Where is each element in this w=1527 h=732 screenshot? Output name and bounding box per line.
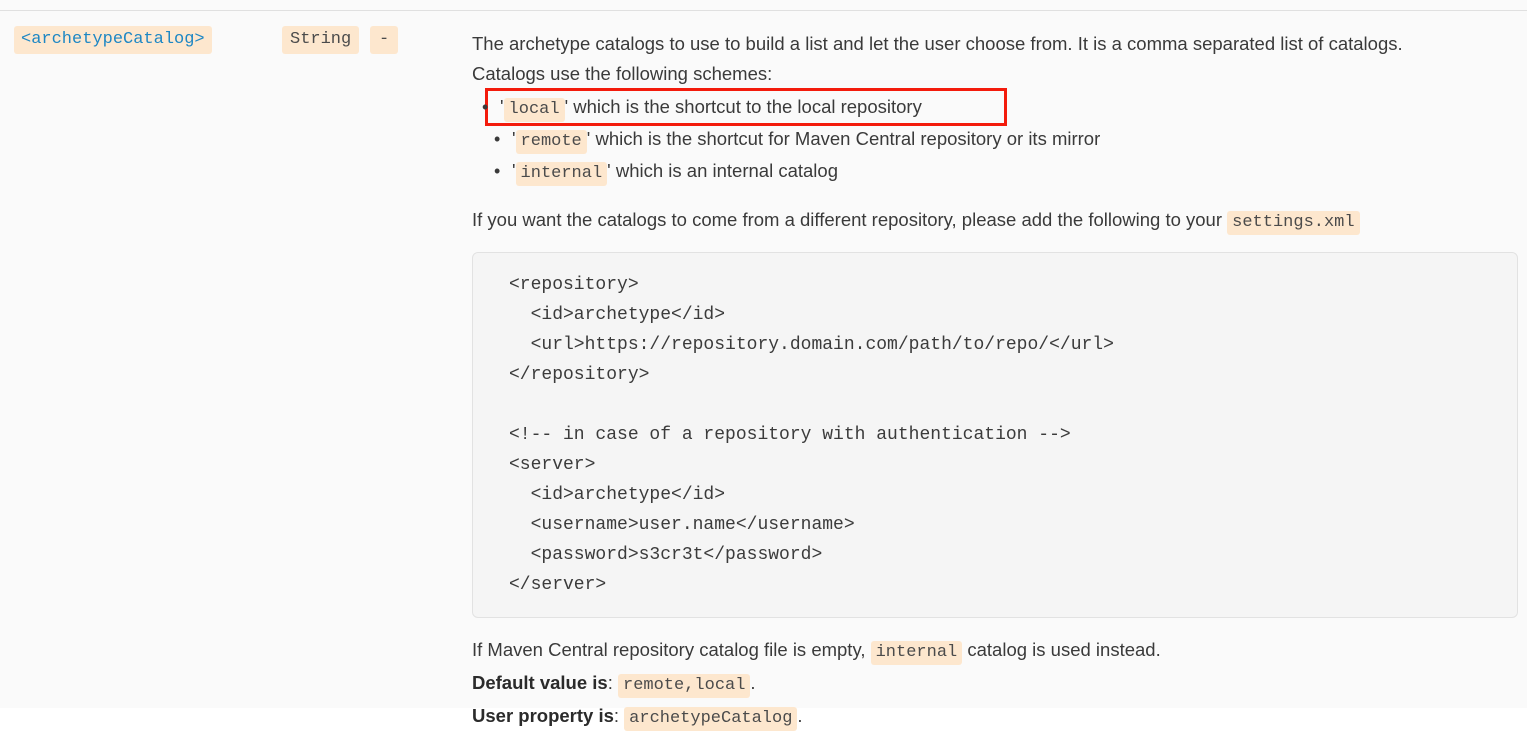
default-value-separator: :	[608, 672, 618, 693]
empty-catalog-code: internal	[871, 641, 963, 665]
scheme-code-remote: remote	[516, 130, 587, 154]
xml-code-content: <repository> <id>archetype</id> <url>htt…	[509, 270, 1517, 600]
empty-catalog-after: catalog is used instead.	[962, 639, 1161, 660]
user-property-label: User property is	[472, 705, 614, 726]
settings-xml-paragraph: If you want the catalogs to come from a …	[472, 205, 1518, 235]
quote-open: '	[500, 96, 504, 117]
parameter-type-chip: String	[282, 26, 359, 54]
settings-xml-chip: settings.xml	[1227, 211, 1359, 235]
scheme-text-internal: which is an internal catalog	[611, 160, 838, 181]
scheme-item-internal: 'internal' which is an internal catalog	[500, 155, 1518, 187]
scheme-item-local: 'local' which is the shortcut to the loc…	[488, 91, 1004, 123]
empty-catalog-note: If Maven Central repository catalog file…	[472, 633, 1518, 666]
xml-code-block: <repository> <id>archetype</id> <url>htt…	[472, 252, 1518, 618]
parameter-name-chip: <archetypeCatalog>	[14, 26, 212, 54]
user-property-code: archetypeCatalog	[624, 707, 797, 731]
scheme-code-internal: internal	[516, 162, 608, 186]
parameter-description-cell: The archetype catalogs to use to build a…	[466, 11, 1527, 732]
parameter-since-chip: -	[370, 26, 398, 54]
default-value-code: remote,local	[618, 674, 750, 698]
description-footnotes: If Maven Central repository catalog file…	[472, 633, 1518, 732]
catalog-schemes-list: 'local' which is the shortcut to the loc…	[472, 91, 1518, 187]
user-property-line: User property is: archetypeCatalog.	[472, 699, 1518, 732]
quote-open: '	[512, 128, 516, 149]
default-value-line: Default value is: remote,local.	[472, 666, 1518, 699]
scheme-item-remote: 'remote' which is the shortcut for Maven…	[500, 123, 1518, 155]
parameter-detail-page: <archetypeCatalog> String - The archetyp…	[0, 0, 1527, 708]
parameter-since-cell: -	[370, 11, 466, 50]
quote-open: '	[512, 160, 516, 181]
default-value-label: Default value is	[472, 672, 608, 693]
user-property-after: .	[797, 705, 802, 726]
description-intro: The archetype catalogs to use to build a…	[472, 29, 1447, 89]
empty-catalog-before: If Maven Central repository catalog file…	[472, 639, 871, 660]
default-value-after: .	[750, 672, 755, 693]
scheme-text-local: which is the shortcut to the local repos…	[568, 96, 922, 117]
parameter-name-cell: <archetypeCatalog>	[0, 11, 282, 50]
scheme-text-remote: which is the shortcut for Maven Central …	[590, 128, 1100, 149]
parameter-type-cell: String	[282, 11, 370, 50]
user-property-separator: :	[614, 705, 624, 726]
parameter-row: <archetypeCatalog> String - The archetyp…	[0, 11, 1527, 732]
settings-paragraph-text: If you want the catalogs to come from a …	[472, 209, 1227, 230]
scheme-code-local: local	[504, 98, 565, 122]
